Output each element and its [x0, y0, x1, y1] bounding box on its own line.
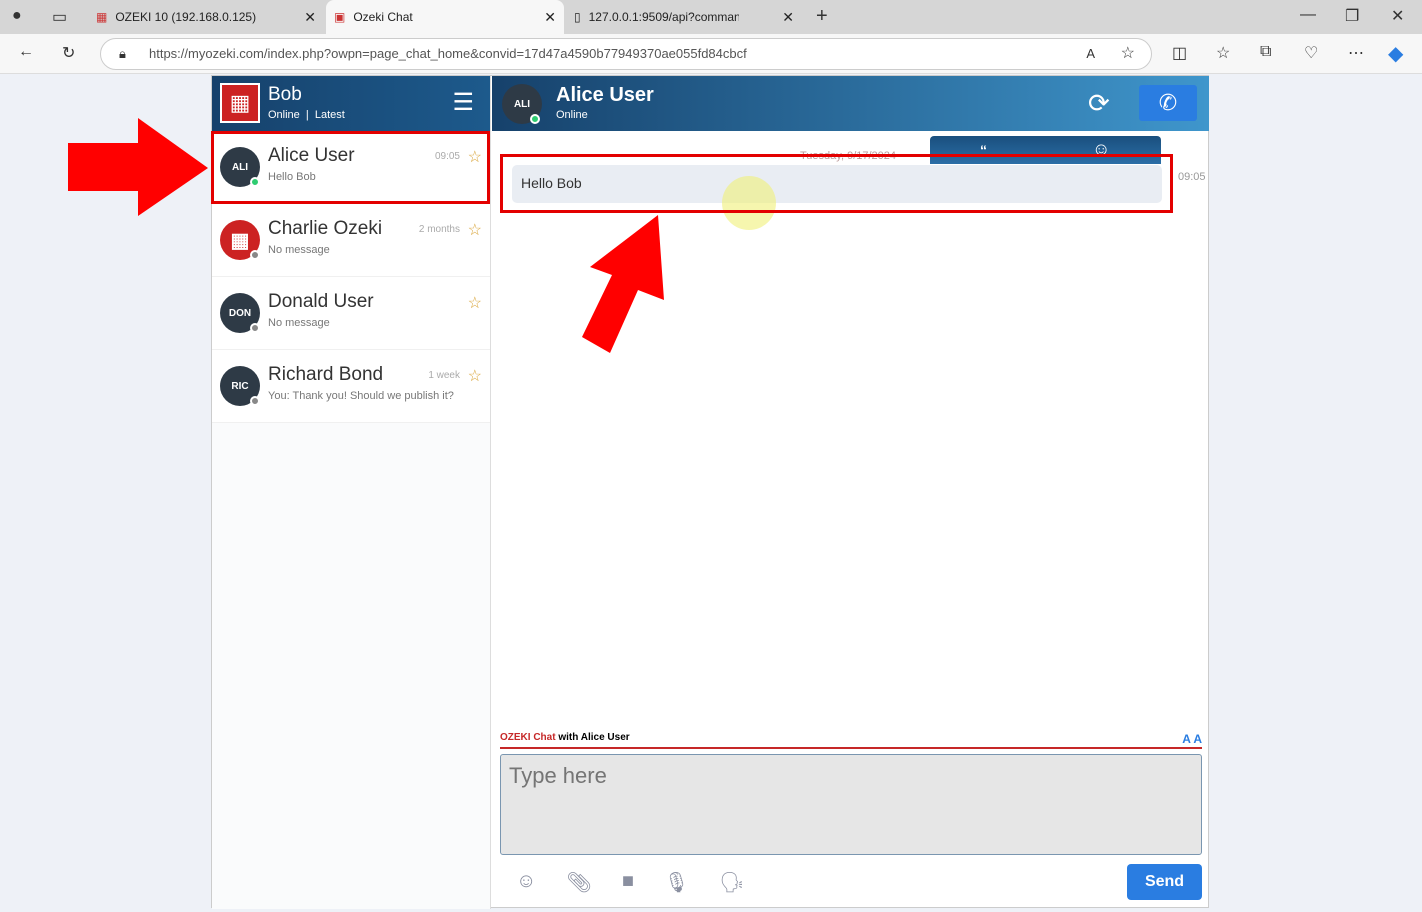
close-tab-icon[interactable]: ✕	[544, 9, 556, 26]
status-indicator	[250, 250, 260, 260]
tab-actions-icon[interactable]: ▭	[52, 7, 67, 27]
contact-name: Donald User	[268, 291, 374, 312]
latest-filter[interactable]: Latest	[315, 109, 345, 121]
highlight-box-message	[500, 154, 1173, 213]
restore-icon[interactable]: ❐	[1345, 6, 1359, 26]
star-icon[interactable]: ☆	[468, 293, 482, 313]
split-screen-icon[interactable]: ◫	[1172, 43, 1187, 63]
refresh-icon[interactable]: ↻	[62, 43, 75, 63]
close-tab-icon[interactable]: ✕	[782, 9, 794, 26]
star-icon[interactable]: ☆	[468, 366, 482, 386]
user-status: Online	[268, 109, 300, 121]
chat-contact-name: Alice User	[556, 84, 654, 106]
with-label: with Alice User	[558, 732, 630, 743]
red-arrow-up	[582, 215, 664, 353]
contact-item[interactable]: RIC Richard Bond You: Thank you! Should …	[212, 350, 490, 423]
refresh-chat-icon[interactable]: ⟳	[1088, 88, 1110, 119]
contact-last-message: You: Thank you! Should we publish it?	[268, 390, 454, 402]
contact-time: 2 months	[418, 224, 460, 235]
video-icon[interactable]: ■	[622, 870, 634, 895]
favorite-icon[interactable]: ☆	[1121, 39, 1135, 69]
user-name: Bob	[268, 84, 302, 105]
highlight-box-contact	[211, 131, 490, 204]
tab-label: OZEKI 10 (192.168.0.125)	[115, 10, 257, 24]
status-indicator	[250, 323, 260, 333]
brand-label: OZEKI Chat	[500, 732, 556, 743]
contact-last-message: No message	[268, 317, 330, 329]
contact-item[interactable]: ▦ Charlie Ozeki No message 2 months ☆	[212, 204, 490, 277]
phone-icon: ✆	[1158, 90, 1178, 115]
address-bar: ← ↻ 🔒︎ https://myozeki.com/index.php?owpn…	[0, 34, 1422, 74]
read-aloud-icon[interactable]: A	[1086, 39, 1095, 69]
tab-label: Ozeki Chat	[353, 10, 413, 24]
tab-api[interactable]: ▯ 127.0.0.1:9509/api?command=Se ✕	[566, 0, 802, 34]
call-button[interactable]: ✆	[1139, 85, 1197, 121]
red-arrow-right	[68, 118, 208, 216]
online-indicator	[530, 114, 540, 124]
tab-ozeki-chat[interactable]: ▣ Ozeki Chat ✕	[326, 0, 564, 34]
contact-last-message: No message	[268, 244, 330, 256]
star-icon[interactable]: ☆	[468, 220, 482, 240]
copilot-icon[interactable]: ◆	[1388, 41, 1403, 66]
contact-name: Richard Bond	[268, 364, 384, 385]
chat-contact-status: Online	[556, 109, 588, 121]
sidebar-header: ▦ Bob Online | Latest ☰	[212, 76, 490, 131]
close-tab-icon[interactable]: ✕	[304, 9, 316, 26]
tab-label: 127.0.0.1:9509/api?command=Se	[588, 10, 739, 24]
status-indicator	[250, 396, 260, 406]
chat-header: ALI Alice User Online ⟳ ✆	[492, 76, 1209, 131]
lock-icon[interactable]: 🔒︎	[119, 39, 126, 69]
url-input[interactable]: 🔒︎ https://myozeki.com/index.php?owpn=pag…	[100, 38, 1152, 70]
contact-item[interactable]: DON Donald User No message ☆	[212, 277, 490, 350]
send-button[interactable]: Send	[1127, 864, 1202, 900]
chat-footer-label: OZEKI Chat with Alice User A A	[500, 732, 1202, 749]
extensions-icon[interactable]: ♡	[1304, 43, 1318, 63]
document-icon: ▯	[574, 10, 581, 24]
more-icon[interactable]: ⋯	[1348, 43, 1364, 63]
menu-icon[interactable]: ☰	[452, 88, 474, 117]
browser-tab-bar: ● ▭ ▦ OZEKI 10 (192.168.0.125) ✕ ▣ Ozeki Ch…	[0, 0, 1422, 34]
ozeki-chat-icon: ▣	[334, 10, 346, 24]
speech-icon[interactable]: 🗣︎	[719, 870, 744, 895]
url-text: https://myozeki.com/index.php?owpn=page_…	[149, 46, 747, 61]
microphone-icon[interactable]: 🎙︎	[664, 870, 689, 895]
attachment-icon[interactable]: 📎︎	[566, 870, 591, 895]
contact-time: 1 week	[428, 370, 460, 381]
ozeki-logo: ▦	[220, 83, 260, 123]
profile-icon[interactable]: ●	[12, 7, 22, 25]
font-size-toggle[interactable]: A A	[1182, 732, 1202, 746]
message-input[interactable]	[500, 754, 1202, 855]
close-window-icon[interactable]: ✕	[1391, 6, 1404, 26]
ozeki-icon: ▦	[96, 10, 108, 24]
back-icon[interactable]: ←	[18, 43, 34, 61]
message-time: 09:05	[1178, 171, 1206, 183]
collections-icon[interactable]: ⧉	[1260, 43, 1271, 61]
favorites-icon[interactable]: ☆	[1216, 43, 1230, 63]
contact-name: Charlie Ozeki	[268, 218, 383, 239]
emoji-icon[interactable]: ☺	[516, 870, 536, 895]
new-tab-icon[interactable]: +	[816, 5, 828, 28]
minimize-icon[interactable]: —	[1300, 6, 1316, 24]
tab-ozeki10[interactable]: ▦ OZEKI 10 (192.168.0.125) ✕	[88, 0, 324, 34]
